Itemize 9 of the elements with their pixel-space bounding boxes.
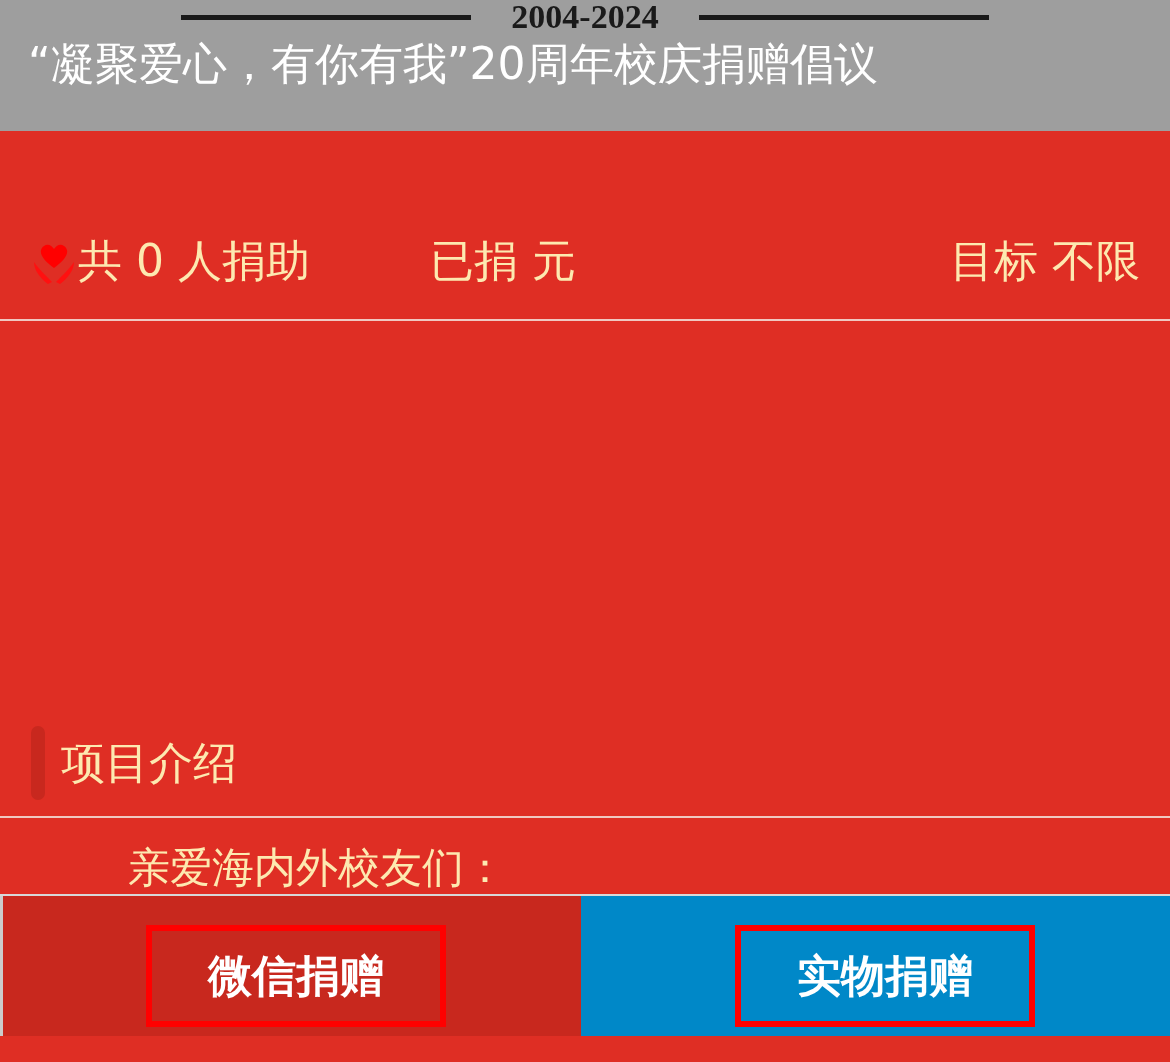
donate-button[interactable]: 实物捐赠 [735,925,1035,1027]
year-text: 2004-2024 [511,0,659,34]
greeting-text: 亲爱海内外校友们： [128,843,506,892]
donate-button[interactable]: 微信捐赠 [146,925,446,1027]
section-heading: 项目介绍 [61,735,237,790]
target-amount: 目标 不限 [950,234,1140,288]
donor-count: 共 0 人捐助 [78,234,310,288]
amount-raised: 已捐 元 [430,235,576,286]
page-title: “凝聚爱心，有你有我”20周年校庆捐赠倡议 [27,37,879,91]
